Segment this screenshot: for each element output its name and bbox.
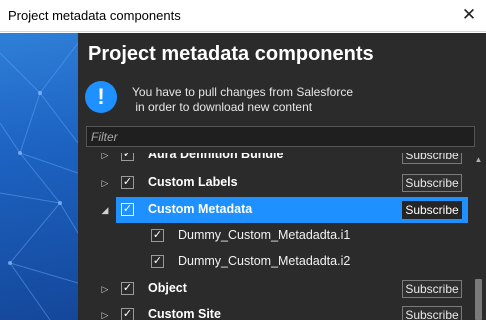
window-title: Project metadata components: [8, 8, 181, 23]
tree-row-dummy-i2[interactable]: ✓ Dummy_Custom_Metadadta.i2: [78, 249, 468, 275]
checkbox[interactable]: ✓: [121, 153, 134, 161]
expand-icon[interactable]: ▷: [100, 284, 110, 294]
scroll-up-icon[interactable]: ▲: [472, 153, 485, 167]
components-tree: ▷ ✓ Aura Definition Bundle Subscribe ▷ ✓…: [78, 153, 468, 320]
checkbox[interactable]: ✓: [121, 203, 134, 216]
subscribe-button[interactable]: Subscribe: [402, 201, 462, 219]
tree-row-aura-definition-bundle[interactable]: ▷ ✓ Aura Definition Bundle Subscribe: [78, 153, 468, 168]
subscribe-button[interactable]: Subscribe: [402, 174, 462, 192]
filter-input[interactable]: [86, 126, 475, 147]
info-message-line2: in order to download new content: [132, 100, 313, 114]
checkbox[interactable]: ✓: [151, 229, 164, 242]
collapse-icon[interactable]: ◢: [100, 205, 110, 215]
info-message: You have to pull changes from Salesforce…: [132, 85, 432, 115]
tree-item-label: Custom Labels: [148, 175, 238, 189]
tree-row-custom-labels[interactable]: ▷ ✓ Custom Labels Subscribe: [78, 170, 468, 196]
expand-icon[interactable]: ▷: [100, 178, 110, 188]
tree-item-label: Object: [148, 281, 187, 295]
decorative-background: [0, 33, 78, 320]
info-message-line1: You have to pull changes from Salesforce: [132, 85, 354, 99]
components-panel: Project metadata components ! You have t…: [78, 33, 486, 320]
tree-item-label: Dummy_Custom_Metadadta.i1: [178, 228, 351, 242]
checkbox[interactable]: ✓: [121, 308, 134, 320]
expand-icon[interactable]: ▷: [100, 310, 110, 320]
info-icon: !: [85, 81, 117, 113]
checkbox[interactable]: ✓: [151, 255, 164, 268]
checkbox[interactable]: ✓: [121, 176, 134, 189]
tree-item-label: Custom Site: [148, 307, 221, 320]
scrollbar-thumb[interactable]: [475, 279, 482, 320]
vertical-scrollbar[interactable]: ▲: [472, 153, 485, 320]
close-icon[interactable]: ✕: [460, 5, 478, 25]
tree-row-object[interactable]: ▷ ✓ Object Subscribe: [78, 276, 468, 302]
tree-item-label: Dummy_Custom_Metadadta.i2: [178, 254, 351, 268]
tree-row-custom-site[interactable]: ▷ ✓ Custom Site Subscribe: [78, 302, 468, 320]
network-pattern-icon: [0, 42, 78, 320]
checkbox[interactable]: ✓: [121, 282, 134, 295]
tree-item-label: Aura Definition Bundle: [148, 153, 284, 161]
tree-row-dummy-i1[interactable]: ✓ Dummy_Custom_Metadadta.i1: [78, 223, 468, 249]
page-title: Project metadata components: [88, 43, 374, 65]
tree-row-custom-metadata[interactable]: ◢ ✓ Custom Metadata Subscribe: [102, 197, 468, 223]
subscribe-button[interactable]: Subscribe: [402, 153, 462, 164]
subscribe-button[interactable]: Subscribe: [402, 280, 462, 298]
tree-item-label: Custom Metadata: [148, 202, 253, 216]
window-titlebar: Project metadata components ✕: [0, 0, 486, 32]
subscribe-button[interactable]: Subscribe: [402, 306, 462, 320]
expand-icon[interactable]: ▷: [100, 153, 110, 160]
